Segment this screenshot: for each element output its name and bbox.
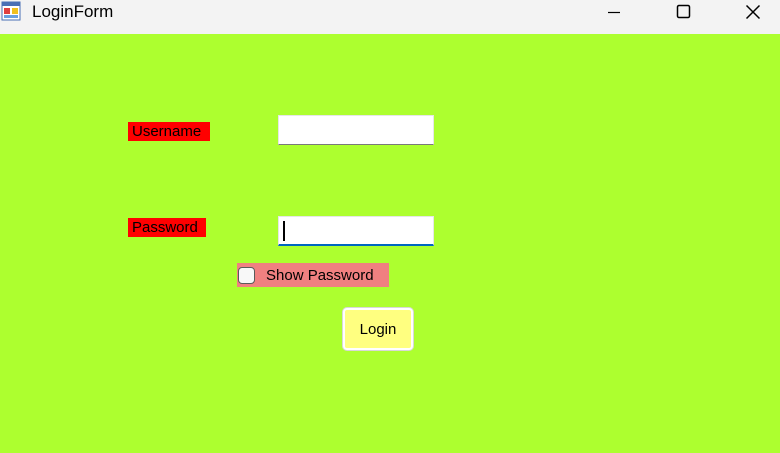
username-label: Username [128, 122, 210, 141]
form-app-icon [1, 1, 21, 21]
username-input[interactable] [278, 115, 434, 145]
text-caret [283, 221, 285, 241]
close-button[interactable] [730, 0, 776, 24]
maximize-icon [676, 4, 691, 19]
password-label: Password [128, 218, 206, 237]
show-password-label[interactable]: Show Password [266, 267, 374, 284]
checkbox-box[interactable] [238, 266, 255, 284]
minimize-button[interactable] [591, 0, 637, 24]
password-input[interactable] [278, 216, 434, 246]
title-bar[interactable]: LoginForm [0, 0, 780, 34]
login-form-window: LoginForm Username Password Show Passwor… [0, 0, 780, 453]
minimize-icon [608, 11, 620, 14]
close-icon [745, 4, 761, 20]
window-title: LoginForm [32, 2, 114, 21]
maximize-button[interactable] [660, 0, 706, 24]
login-button[interactable]: Login [343, 308, 413, 350]
show-password-checkbox[interactable]: Show Password [237, 263, 389, 287]
